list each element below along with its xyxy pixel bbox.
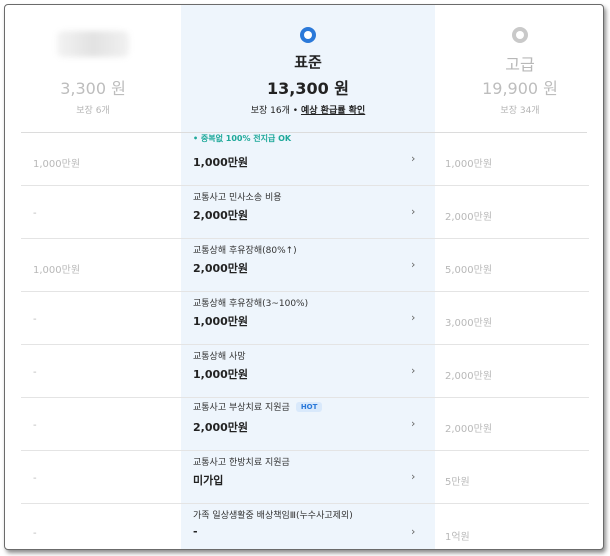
coverage-row[interactable]: - 교통사고 부상치료 지원금 HOT 2,000만원 › 2,000만원 <box>5 398 603 451</box>
standard-amount: 2,000만원 <box>193 421 249 434</box>
basic-amount: - <box>33 473 37 484</box>
blurred-plan-name <box>57 31 129 57</box>
coverage-title: 교통상해 후유장해(80%↑) <box>193 246 297 256</box>
premium-amount: 1,000만원 <box>445 159 493 170</box>
chevron-right-icon[interactable]: › <box>411 205 415 218</box>
coverage-row[interactable]: - 가족 일상생활중 배상책임Ⅲ(누수사고제외) - › 1억원 <box>5 504 603 549</box>
plan-comparison-panel: 3,300 원 보장 6개 표준 13,300 원 보장 16개 • 예상 환급… <box>4 4 604 550</box>
refund-rate-link[interactable]: 예상 환급률 확인 <box>301 106 365 116</box>
chevron-right-icon[interactable]: › <box>411 470 415 483</box>
separator-dot: • <box>292 106 299 116</box>
plan-standard-sub: 보장 16개 • 예상 환급률 확인 <box>181 103 435 116</box>
coverage-title: 교통사고 민사소송 비용 <box>193 193 282 203</box>
plan-premium-name: 고급 <box>505 55 535 74</box>
standard-amount: 2,000만원 <box>193 262 249 275</box>
chevron-right-icon[interactable]: › <box>411 152 415 165</box>
basic-amount: 1,000만원 <box>33 159 81 170</box>
coverage-row[interactable]: - 교통상해 후유장해(3~100%) 1,000만원 › 3,000만원 <box>5 292 603 345</box>
premium-amount: 2,000만원 <box>445 371 493 382</box>
premium-amount: 2,000만원 <box>445 424 493 435</box>
coverage-row[interactable]: 1,000만원 1,000만원 › 1,000만원 <box>5 133 603 186</box>
coverage-title-text: 교통사고 부상치료 지원금 <box>193 403 290 413</box>
standard-amount: 1,000만원 <box>193 315 249 328</box>
standard-amount: - <box>193 525 198 538</box>
chevron-right-icon[interactable]: › <box>411 364 415 377</box>
plan-basic-coverage-count: 보장 6개 <box>76 106 110 116</box>
chevron-right-icon[interactable]: › <box>411 525 415 538</box>
plan-premium[interactable]: 고급 19,900 원 보장 34개 <box>435 5 603 133</box>
chevron-right-icon[interactable]: › <box>411 258 415 271</box>
coverage-title: 교통사고 부상치료 지원금 HOT <box>193 400 323 413</box>
plan-standard-coverage-count: 보장 16개 <box>250 106 290 116</box>
coverage-title: 교통사고 한방치료 지원금 <box>193 458 290 468</box>
basic-amount: - <box>33 314 37 325</box>
coverage-row[interactable]: 1,000만원 교통상해 후유장해(80%↑) 2,000만원 › 5,000만… <box>5 239 603 292</box>
standard-amount: 1,000만원 <box>193 156 249 169</box>
coverage-title: 교통상해 후유장해(3~100%) <box>193 299 309 309</box>
basic-amount: 1,000만원 <box>33 265 81 276</box>
plan-standard[interactable]: 표준 13,300 원 보장 16개 • 예상 환급률 확인 <box>181 5 435 133</box>
coverage-row[interactable]: - 교통사고 민사소송 비용 2,000만원 › 2,000만원 <box>5 186 603 239</box>
coverage-row[interactable]: - 교통사고 한방치료 지원금 미가입 › 5만원 <box>5 451 603 504</box>
coverage-row[interactable]: - 교통상해 사망 1,000만원 › 2,000만원 <box>5 345 603 398</box>
premium-amount: 1억원 <box>445 532 470 543</box>
basic-amount: - <box>33 420 37 431</box>
coverage-title: 교통상해 사망 <box>193 352 246 362</box>
premium-amount: 5만원 <box>445 477 470 488</box>
plan-standard-price: 13,300 원 <box>266 79 350 98</box>
standard-amount: 미가입 <box>193 474 224 487</box>
standard-amount: 1,000만원 <box>193 368 249 381</box>
premium-amount: 2,000만원 <box>445 212 493 223</box>
plan-standard-name: 표준 <box>294 53 322 71</box>
premium-amount: 3,000만원 <box>445 318 493 329</box>
premium-amount: 5,000만원 <box>445 265 493 276</box>
radio-unselected-icon[interactable] <box>512 27 528 43</box>
plan-premium-price: 19,900 원 <box>482 79 558 98</box>
plan-basic-price: 3,300 원 <box>60 79 126 98</box>
chevron-right-icon[interactable]: › <box>411 417 415 430</box>
coverage-title: 가족 일상생활중 배상책임Ⅲ(누수사고제외) <box>193 511 353 521</box>
plan-basic[interactable]: 3,300 원 보장 6개 <box>5 5 181 133</box>
plan-premium-coverage-count: 보장 34개 <box>500 106 540 116</box>
basic-amount: - <box>33 367 37 378</box>
chevron-right-icon[interactable]: › <box>411 311 415 324</box>
hot-badge: HOT <box>295 402 323 412</box>
standard-amount: 2,000만원 <box>193 209 249 222</box>
basic-amount: - <box>33 528 37 539</box>
radio-selected-icon[interactable] <box>300 27 316 43</box>
basic-amount: - <box>33 208 37 219</box>
